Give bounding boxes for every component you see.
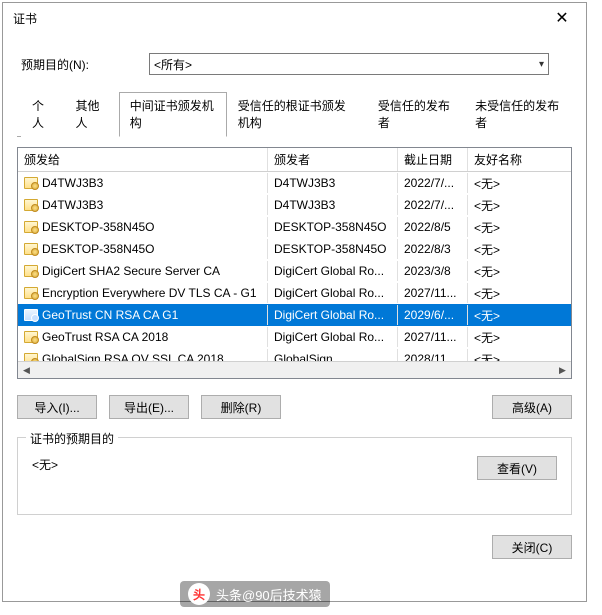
purpose-select[interactable]: <所有> ▾ [149, 53, 549, 75]
scroll-left-icon[interactable]: ◀ [18, 362, 35, 378]
cell-friendly-name: <无> [468, 304, 528, 327]
scroll-right-icon[interactable]: ▶ [554, 362, 571, 378]
cell-issued-to: DESKTOP-358N45O [18, 217, 268, 237]
certificate-dialog: 证书 ✕ 预期目的(N): <所有> ▾ 个人其他人中间证书颁发机构受信任的根证… [2, 2, 587, 602]
action-buttons: 导入(I)... 导出(E)... 删除(R) 高级(A) [17, 395, 572, 419]
footer: 关闭(C) [17, 535, 572, 559]
purpose-label: 预期目的(N): [21, 56, 141, 73]
cell-issued-by: GlobalSign [268, 349, 398, 361]
column-issued-to[interactable]: 颁发给 [18, 148, 268, 171]
cell-expiration: 2028/11... [398, 349, 468, 361]
cell-friendly-name: <无> [468, 216, 528, 239]
cell-expiration: 2022/8/5 [398, 217, 468, 237]
cell-expiration: 2022/7/... [398, 173, 468, 193]
certificate-icon [24, 309, 38, 321]
table-row[interactable]: D4TWJ3B3D4TWJ3B32022/7/...<无> [18, 194, 571, 216]
table-row[interactable]: D4TWJ3B3D4TWJ3B32022/7/...<无> [18, 172, 571, 194]
column-friendly-name[interactable]: 友好名称 [468, 148, 528, 171]
cell-expiration: 2022/7/... [398, 195, 468, 215]
purpose-group-value: <无> [32, 456, 477, 480]
certificate-icon [24, 287, 38, 299]
column-expiration[interactable]: 截止日期 [398, 148, 468, 171]
certificate-icon [24, 353, 38, 361]
cell-friendly-name: <无> [468, 348, 528, 362]
window-title: 证书 [13, 10, 542, 27]
cell-issued-by: DESKTOP-358N45O [268, 239, 398, 259]
tab-3[interactable]: 受信任的根证书颁发机构 [227, 92, 367, 137]
table-row[interactable]: GlobalSign RSA OV SSL CA 2018GlobalSign2… [18, 348, 571, 361]
cell-issued-by: D4TWJ3B3 [268, 195, 398, 215]
certificate-icon [24, 221, 38, 233]
cell-issued-to: DigiCert SHA2 Secure Server CA [18, 261, 268, 281]
table-header: 颁发给 颁发者 截止日期 友好名称 [18, 148, 571, 172]
tab-4[interactable]: 受信任的发布者 [367, 92, 464, 137]
tabs: 个人其他人中间证书颁发机构受信任的根证书颁发机构受信任的发布者未受信任的发布者 [17, 91, 572, 137]
certificate-icon [24, 243, 38, 255]
tab-1[interactable]: 其他人 [65, 92, 119, 137]
certificate-table: 颁发给 颁发者 截止日期 友好名称 D4TWJ3B3D4TWJ3B32022/7… [17, 147, 572, 379]
delete-button[interactable]: 删除(R) [201, 395, 281, 419]
cell-expiration: 2027/11... [398, 283, 468, 303]
tab-0[interactable]: 个人 [21, 92, 65, 137]
chevron-down-icon: ▾ [539, 59, 544, 70]
group-title: 证书的预期目的 [26, 430, 118, 447]
table-row[interactable]: DESKTOP-358N45ODESKTOP-358N45O2022/8/3<无… [18, 238, 571, 260]
table-row[interactable]: Encryption Everywhere DV TLS CA - G1Digi… [18, 282, 571, 304]
table-row[interactable]: DESKTOP-358N45ODESKTOP-358N45O2022/8/5<无… [18, 216, 571, 238]
close-icon[interactable]: ✕ [542, 5, 582, 31]
cell-issued-to: D4TWJ3B3 [18, 173, 268, 193]
titlebar: 证书 ✕ [3, 3, 586, 33]
certificate-icon [24, 177, 38, 189]
view-button[interactable]: 查看(V) [477, 456, 557, 480]
cell-friendly-name: <无> [468, 282, 528, 305]
cell-issued-by: DigiCert Global Ro... [268, 327, 398, 347]
cell-issued-by: DESKTOP-358N45O [268, 217, 398, 237]
cell-expiration: 2027/11... [398, 327, 468, 347]
cell-issued-by: D4TWJ3B3 [268, 173, 398, 193]
cell-expiration: 2029/6/... [398, 305, 468, 325]
table-body: D4TWJ3B3D4TWJ3B32022/7/...<无>D4TWJ3B3D4T… [18, 172, 571, 361]
import-button[interactable]: 导入(I)... [17, 395, 97, 419]
tab-2[interactable]: 中间证书颁发机构 [119, 92, 227, 137]
table-row[interactable]: DigiCert SHA2 Secure Server CADigiCert G… [18, 260, 571, 282]
cell-issued-to: GeoTrust RSA CA 2018 [18, 327, 268, 347]
table-row[interactable]: GeoTrust RSA CA 2018DigiCert Global Ro..… [18, 326, 571, 348]
certificate-icon [24, 265, 38, 277]
scroll-track[interactable] [35, 362, 554, 378]
export-button[interactable]: 导出(E)... [109, 395, 189, 419]
purpose-group: 证书的预期目的 <无> 查看(V) [17, 437, 572, 515]
cell-issued-to: D4TWJ3B3 [18, 195, 268, 215]
cell-issued-to: DESKTOP-358N45O [18, 239, 268, 259]
cell-friendly-name: <无> [468, 238, 528, 261]
cell-issued-to: Encryption Everywhere DV TLS CA - G1 [18, 283, 268, 303]
advanced-button[interactable]: 高级(A) [492, 395, 572, 419]
table-row[interactable]: GeoTrust CN RSA CA G1DigiCert Global Ro.… [18, 304, 571, 326]
dialog-content: 预期目的(N): <所有> ▾ 个人其他人中间证书颁发机构受信任的根证书颁发机构… [3, 33, 586, 601]
tab-5[interactable]: 未受信任的发布者 [464, 92, 572, 137]
cell-issued-by: DigiCert Global Ro... [268, 305, 398, 325]
cell-friendly-name: <无> [468, 194, 528, 217]
certificate-icon [24, 199, 38, 211]
horizontal-scrollbar[interactable]: ◀ ▶ [18, 361, 571, 378]
cell-issued-by: DigiCert Global Ro... [268, 283, 398, 303]
close-button[interactable]: 关闭(C) [492, 535, 572, 559]
cell-expiration: 2023/3/8 [398, 261, 468, 281]
cell-friendly-name: <无> [468, 326, 528, 349]
cell-issued-to: GeoTrust CN RSA CA G1 [18, 305, 268, 325]
column-issued-by[interactable]: 颁发者 [268, 148, 398, 171]
cell-issued-to: GlobalSign RSA OV SSL CA 2018 [18, 349, 268, 361]
purpose-value: <所有> [154, 56, 192, 73]
cell-friendly-name: <无> [468, 260, 528, 283]
certificate-icon [24, 331, 38, 343]
purpose-row: 预期目的(N): <所有> ▾ [21, 53, 572, 75]
cell-expiration: 2022/8/3 [398, 239, 468, 259]
cell-issued-by: DigiCert Global Ro... [268, 261, 398, 281]
cell-friendly-name: <无> [468, 172, 528, 195]
